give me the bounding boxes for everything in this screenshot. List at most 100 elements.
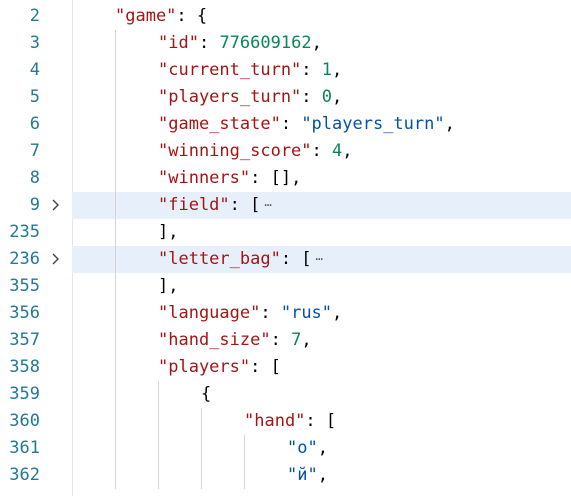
- json-punctuation: ,: [332, 87, 343, 107]
- json-punctuation: {: [201, 384, 212, 404]
- chevron-right-icon[interactable]: [49, 192, 65, 219]
- line-number: 355: [9, 276, 40, 296]
- code-text: "players": [: [158, 354, 281, 381]
- code-line[interactable]: 359 {: [0, 381, 571, 408]
- line-number: 358: [9, 357, 40, 377]
- json-punctuation: ,: [317, 465, 328, 485]
- json-punctuation: : [: [305, 411, 337, 431]
- folded-ellipsis[interactable]: ⋯: [316, 246, 323, 273]
- code-line-folded[interactable]: 236 "letter_bag": [⋯: [0, 246, 571, 273]
- json-number: 7: [291, 330, 302, 350]
- json-number: 1: [321, 60, 333, 80]
- json-key: "hand": [244, 411, 306, 431]
- line-number: 3: [29, 33, 40, 53]
- code-line[interactable]: 6 "game_state": "players_turn",: [0, 111, 571, 138]
- code-line[interactable]: 356 "language": "rus",: [0, 300, 571, 327]
- json-punctuation: :: [301, 60, 322, 80]
- line-number-cell: 361: [0, 435, 72, 462]
- line-number-cell: 357: [0, 327, 72, 354]
- json-punctuation: :: [270, 330, 292, 350]
- code-line[interactable]: 8 "winners": [],: [0, 165, 571, 192]
- json-punctuation: :: [198, 33, 220, 53]
- code-text: ],: [158, 273, 178, 300]
- line-number-cell: 8: [0, 165, 72, 192]
- folded-ellipsis[interactable]: ⋯: [264, 192, 271, 219]
- json-punctuation: ],: [158, 276, 179, 296]
- code-line[interactable]: 357 "hand_size": 7,: [0, 327, 571, 354]
- line-number-cell: 360: [0, 408, 72, 435]
- json-punctuation: :: [301, 87, 322, 107]
- line-number-cell: 355: [0, 273, 72, 300]
- json-punctuation: : [: [250, 357, 281, 377]
- json-string: "о": [287, 438, 318, 458]
- line-number: 359: [9, 384, 40, 404]
- line-number: 235: [9, 222, 40, 242]
- line-number: 6: [29, 114, 40, 134]
- json-key: "players_turn": [158, 87, 302, 107]
- json-punctuation: ,: [332, 303, 343, 323]
- json-string: "players_turn": [301, 114, 445, 134]
- json-number: 0: [321, 87, 333, 107]
- line-number-cell: 2: [0, 3, 72, 30]
- line-number-cell: 356: [0, 300, 72, 327]
- json-key: "winners": [158, 168, 251, 188]
- code-line[interactable]: 3 "id": 776609162,: [0, 30, 571, 57]
- code-line[interactable]: 7 "winning_score": 4,: [0, 138, 571, 165]
- line-number-cell: 235: [0, 219, 72, 246]
- indent-guide: [115, 30, 116, 489]
- line-number-cell: 7: [0, 138, 72, 165]
- code-line[interactable]: 355],: [0, 273, 571, 300]
- line-number-cell: 5: [0, 84, 72, 111]
- json-punctuation: ,: [317, 438, 328, 458]
- line-number: 236: [9, 249, 40, 269]
- line-number: 8: [29, 168, 40, 188]
- code-text: "current_turn": 1,: [158, 57, 342, 84]
- code-line[interactable]: 361 "о",: [0, 435, 571, 462]
- line-number-cell: 359: [0, 381, 72, 408]
- code-line[interactable]: 2 "game": {: [0, 3, 571, 30]
- line-number: 9: [29, 195, 40, 215]
- code-line[interactable]: 4 "current_turn": 1,: [0, 57, 571, 84]
- json-punctuation: ],: [158, 222, 179, 242]
- code-text: "winners": [],: [158, 165, 301, 192]
- code-text: ],: [158, 219, 178, 246]
- code-text: "players_turn": 0,: [158, 84, 342, 111]
- line-number: 360: [9, 411, 40, 431]
- line-number-cell: 358: [0, 354, 72, 381]
- json-punctuation: : {: [176, 6, 208, 26]
- code-line[interactable]: 235],: [0, 219, 571, 246]
- code-line[interactable]: 358 "players": [: [0, 354, 571, 381]
- code-text: "id": 776609162,: [158, 30, 322, 57]
- json-punctuation: ,: [311, 33, 322, 53]
- json-punctuation: : [: [280, 249, 312, 269]
- line-number-cell: 4: [0, 57, 72, 84]
- json-punctuation: :: [260, 303, 281, 323]
- json-key: "hand_size": [158, 330, 271, 350]
- json-key: "id": [158, 33, 199, 53]
- json-key: "game_state": [158, 114, 281, 134]
- json-key: "winning_score": [158, 141, 312, 161]
- json-number: 776609162: [219, 33, 312, 53]
- chevron-right-icon[interactable]: [49, 246, 65, 273]
- json-punctuation: : [: [229, 195, 261, 215]
- code-text: "о",: [287, 435, 328, 462]
- line-number: 356: [9, 303, 40, 323]
- code-line[interactable]: 362 "й",: [0, 462, 571, 489]
- line-number-cell: 9: [0, 192, 72, 219]
- code-text: "language": "rus",: [158, 300, 342, 327]
- code-text: "game": {: [115, 3, 207, 30]
- code-text: "й",: [287, 462, 328, 489]
- code-line[interactable]: 360 "hand": [: [0, 408, 571, 435]
- line-number: 7: [29, 141, 40, 161]
- line-number: 362: [9, 465, 40, 485]
- line-number: 2: [29, 6, 40, 26]
- code-text: "field": [⋯: [158, 192, 272, 219]
- code-editor[interactable]: 2 "game": { 3 "id": 776609162, 4 "current_tur…: [0, 0, 571, 496]
- line-number-cell: 3: [0, 30, 72, 57]
- code-line-folded[interactable]: 9 "field": [⋯: [0, 192, 571, 219]
- json-number: 4: [332, 141, 343, 161]
- json-key: "field": [158, 195, 230, 215]
- indent-guide: [158, 381, 159, 489]
- code-line[interactable]: 5 "players_turn": 0,: [0, 84, 571, 111]
- line-number: 357: [9, 330, 40, 350]
